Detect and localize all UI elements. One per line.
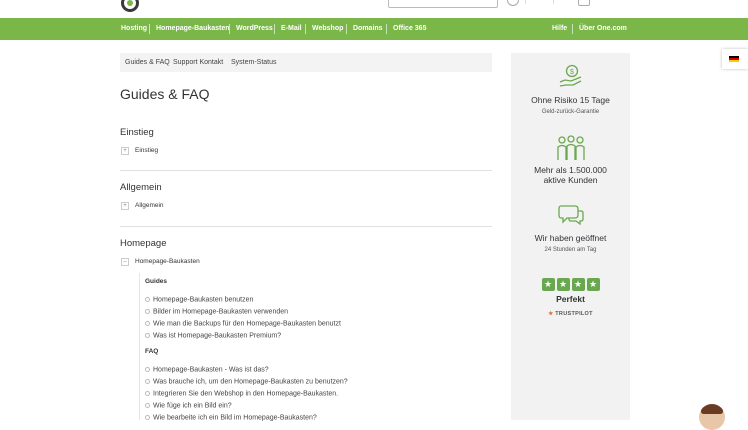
header [0, 0, 748, 18]
open-title: Wir haben geöffnet [534, 233, 607, 243]
category-homepage-baukasten[interactable]: Homepage-Baukasten [135, 258, 200, 265]
guarantee-title: Ohne Risiko 15 Tage [531, 95, 610, 105]
logo-wordmark [145, 0, 225, 4]
question-icon [145, 379, 150, 385]
category-allgemein[interactable]: Allgemein [135, 202, 164, 209]
trustpilot-logo[interactable]: ★ TRUSTPILOT [511, 311, 630, 317]
category-einstieg[interactable]: Einstieg [135, 147, 158, 154]
article-icon [145, 309, 150, 315]
faq-link[interactable]: Wie bearbeite ich ein Bild im Homepage-B… [145, 409, 317, 421]
section-divider [120, 226, 492, 227]
expand-toggle[interactable]: + [121, 147, 129, 155]
nav-help[interactable]: Hilfe [552, 18, 567, 40]
nav-hosting[interactable]: Hosting [121, 18, 147, 40]
nav-separator [229, 24, 230, 34]
chat-bubbles-icon [511, 203, 630, 232]
open-subtitle: 24 Stunden am Tag [544, 247, 597, 253]
rating-label: Perfekt [556, 294, 585, 304]
article-icon [145, 297, 150, 303]
article-icon [145, 333, 150, 339]
cart-icon[interactable] [578, 0, 590, 6]
nav-domains[interactable]: Domains [353, 18, 383, 40]
expand-toggle[interactable]: + [121, 202, 129, 210]
section-title-homepage: Homepage [120, 238, 167, 249]
language-selector[interactable] [722, 49, 748, 69]
guides-heading: Guides [145, 278, 168, 285]
guarantee-subtitle: Geld-zurück-Garantie [541, 109, 600, 115]
nav-separator [305, 24, 306, 34]
tree-line [139, 273, 140, 420]
svg-text:$: $ [570, 69, 574, 76]
benefits-sidebar: $ Ohne Risiko 15 Tage Geld-zurück-Garant… [511, 53, 630, 420]
guide-link[interactable]: Homepage-Baukasten benutzen [145, 291, 253, 303]
subnav-system-status[interactable]: System-Status [231, 53, 277, 72]
star-icon: ★ [556, 278, 570, 291]
collapse-toggle[interactable]: – [121, 258, 129, 266]
main-nav: Hosting Homepage-Baukasten WordPress E-M… [0, 18, 748, 40]
nav-about[interactable]: Über One.com [579, 18, 627, 40]
logo[interactable] [121, 0, 139, 12]
star-icon: ★ [571, 278, 585, 291]
guide-link[interactable]: Bilder im Homepage-Baukasten verwenden [145, 303, 288, 315]
question-icon [145, 391, 150, 397]
people-icon [511, 135, 630, 166]
question-icon [145, 403, 150, 409]
nav-separator [386, 24, 387, 34]
search-input[interactable] [388, 0, 498, 8]
section-divider [120, 170, 492, 171]
nav-webshop[interactable]: Webshop [312, 18, 343, 40]
section-title-allgemein: Allgemein [120, 182, 162, 193]
subnav-guides-faq[interactable]: Guides & FAQ [125, 53, 170, 72]
faq-link[interactable]: Wie füge ich ein Bild ein? [145, 397, 232, 409]
customers-title-line2: aktive Kunden [543, 175, 598, 185]
nav-separator [346, 24, 347, 34]
nav-email[interactable]: E-Mail [281, 18, 302, 40]
faq-link[interactable]: Homepage-Baukasten - Was ist das? [145, 361, 269, 373]
nav-separator [572, 24, 573, 34]
nav-office-365[interactable]: Office 365 [393, 18, 426, 40]
nav-wordpress[interactable]: WordPress [236, 18, 273, 40]
faq-link[interactable]: Was brauche ich, um den Homepage-Baukast… [145, 373, 348, 385]
guide-link[interactable]: Wie man die Backups für den Homepage-Bau… [145, 315, 341, 327]
chat-support-avatar[interactable] [699, 404, 725, 430]
star-icon: ★ [541, 278, 555, 291]
nav-separator [274, 24, 275, 34]
nav-homepage-baukasten[interactable]: Homepage-Baukasten [156, 18, 230, 40]
section-title-einstieg: Einstieg [120, 127, 154, 138]
rating-stars: ★ ★ ★ ★ [511, 274, 630, 292]
header-divider [553, 0, 554, 4]
question-icon [145, 367, 150, 373]
money-hand-icon: $ [511, 64, 630, 93]
subnav-support-contact[interactable]: Support Kontakt [173, 53, 223, 72]
header-divider [525, 0, 526, 4]
article-icon [145, 321, 150, 327]
faq-heading: FAQ [145, 348, 159, 355]
german-flag-icon [729, 56, 739, 62]
page-title: Guides & FAQ [120, 86, 210, 102]
customers-title-line1: Mehr als 1.500.000 [534, 165, 607, 175]
nav-separator [149, 24, 150, 34]
faq-link[interactable]: Integrieren Sie den Webshop in den Homep… [145, 385, 338, 397]
user-icon[interactable] [507, 0, 519, 6]
sub-nav: Guides & FAQ Support Kontakt System-Stat… [120, 53, 492, 72]
guide-link[interactable]: Was ist Homepage-Baukasten Premium? [145, 327, 281, 339]
star-icon: ★ [586, 278, 600, 291]
